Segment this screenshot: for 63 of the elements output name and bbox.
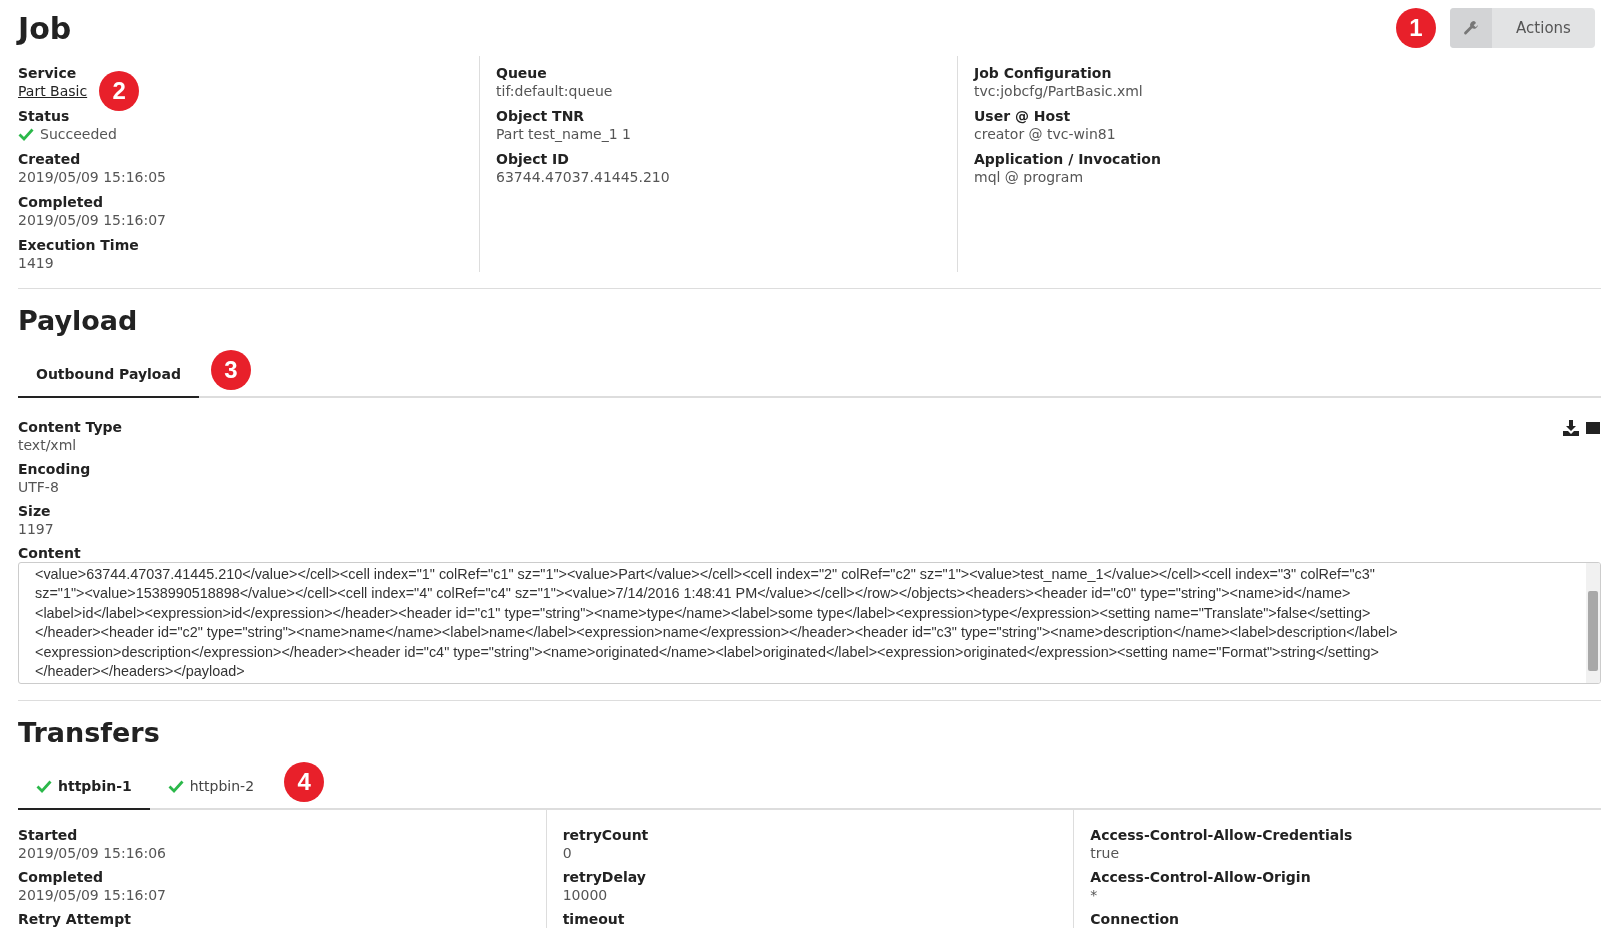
field-label: retryDelay xyxy=(562,868,647,886)
field-value: Part test_name_1 1 xyxy=(496,125,631,143)
download-icon[interactable] xyxy=(1563,420,1579,436)
transfer-tab[interactable]: httpbin-2 xyxy=(149,764,273,810)
field-label: Execution Time xyxy=(18,236,140,254)
field-value: 2019/05/09 15:16:05 xyxy=(18,168,167,186)
field-label: Object ID xyxy=(496,150,570,168)
callout-marker: 2 xyxy=(99,71,140,111)
field-label: Connection xyxy=(1090,910,1181,928)
field-label: Access-Control-Allow-Credentials xyxy=(1090,826,1354,844)
field-label: Completed xyxy=(18,868,104,886)
field-value: tif:default:queue xyxy=(496,82,613,100)
field-label: Status xyxy=(18,107,71,125)
field-label: Access-Control-Allow-Origin xyxy=(1090,868,1312,886)
field-label: Object TNR xyxy=(496,107,586,125)
field-value: 10000 xyxy=(562,886,609,904)
callout-marker: 1 xyxy=(1396,8,1436,48)
transfer-tab[interactable]: httpbin-1 xyxy=(18,764,150,810)
wrench-icon xyxy=(1463,20,1479,36)
scrollbar[interactable] xyxy=(1586,563,1600,683)
payload-tab[interactable]: Outbound Payload xyxy=(18,352,199,398)
field-value: 63744.47037.41445.210 xyxy=(496,168,670,186)
field-label: Service xyxy=(18,64,78,82)
field-label: Started xyxy=(18,826,79,844)
field-value: 2019/05/09 15:16:06 xyxy=(18,844,168,862)
content-field[interactable]: <value>63744.47037.41445.210</value></cell><cell index="1" colRef="c1" sz="1"><value>Part</value></cell><cell index="2" colRef="c2" sz="1"><value>test_name_1</value></cell><cell index="3" colRef="c3" sz="1"><value>1538990518898</value></cell><cell index="4" colRef="c4" sz="1"><value>7/14/2016 1:48:41 PM</value></cell></row></objects><headers><header id="c0" type="string"><name>id</name> <label>id</label><expression>id</expression></header><header id="c1" type="string"><name>type</name><label>some type</label><expression>type</expression><setting name="Translate">false</setting> </header><header id="c2" type="string"><name>name</name><label>name</label><expression>name</expression></header><header id="c3" type="string"><name>description</name><label>description</label> <expression>description</expression></header><header id="c4" type="string"><name>originated</name><label>originated</label><expression>originated</expression><setting name="Format">string</setting> </header></headers></payload> xyxy=(18,562,1601,684)
field-label: Encoding xyxy=(18,460,92,478)
field-value: 1419 xyxy=(18,254,54,272)
field-value: * xyxy=(1090,886,1099,904)
actions-button[interactable]: Actions xyxy=(1450,8,1595,48)
field-value: 0 xyxy=(562,844,573,862)
check-icon xyxy=(36,778,52,794)
field-label: Job Configuration xyxy=(974,64,1113,82)
service-link[interactable]: Part Basic xyxy=(18,82,88,100)
field-label: Size xyxy=(18,502,52,520)
field-label: retryCount xyxy=(562,826,650,844)
field-label: Queue xyxy=(496,64,548,82)
check-icon xyxy=(18,126,34,142)
field-label: Retry Attempt xyxy=(18,910,132,928)
status-text: Succeeded xyxy=(40,125,117,143)
field-value: 1197 xyxy=(18,520,55,538)
field-value: tvc:jobcfg/PartBasic.xml xyxy=(974,82,1143,100)
field-value: mql @ program xyxy=(974,168,1084,186)
field-value: true xyxy=(1090,844,1121,862)
check-icon xyxy=(167,778,184,794)
field-label: Created xyxy=(18,150,82,168)
field-value: 2019/05/09 15:16:07 xyxy=(18,211,167,229)
page-title: Job xyxy=(18,10,72,46)
window-icon[interactable] xyxy=(1585,420,1601,436)
field-label: User @ Host xyxy=(974,107,1072,125)
field-value: UTF-8 xyxy=(18,478,60,496)
field-label: Content xyxy=(18,544,82,562)
field-value: 2019/05/09 15:16:07 xyxy=(18,886,168,904)
field-label: timeout xyxy=(562,910,626,928)
field-value: creator @ tvc-win81 xyxy=(974,125,1116,143)
field-label: Completed xyxy=(18,193,104,211)
callout-marker: 3 xyxy=(210,350,251,390)
section-title: Payload xyxy=(18,305,139,336)
field-value: text/xml xyxy=(18,436,78,454)
section-title: Transfers xyxy=(18,717,161,748)
field-label: Application / Invocation xyxy=(974,150,1162,168)
field-label: Content Type xyxy=(18,418,123,436)
callout-marker: 4 xyxy=(284,762,325,802)
